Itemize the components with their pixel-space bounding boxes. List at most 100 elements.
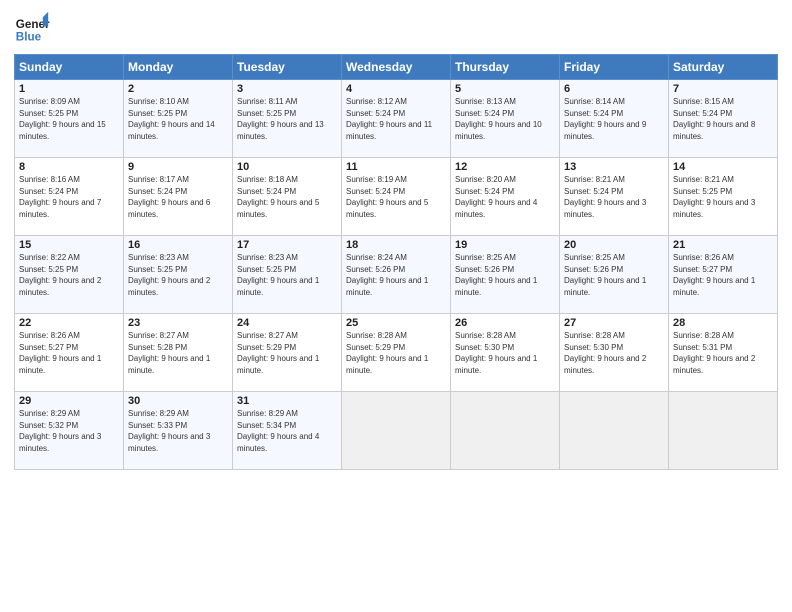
day-info: Sunrise: 8:09 AMSunset: 5:25 PMDaylight:… [19, 97, 106, 141]
day-number: 8 [19, 161, 119, 173]
day-number: 5 [455, 83, 555, 95]
day-info: Sunrise: 8:23 AMSunset: 5:25 PMDaylight:… [237, 253, 319, 297]
calendar-day-cell: 21 Sunrise: 8:26 AMSunset: 5:27 PMDayligh… [669, 236, 778, 314]
day-info: Sunrise: 8:12 AMSunset: 5:24 PMDaylight:… [346, 97, 432, 141]
calendar-day-header-wednesday: Wednesday [342, 55, 451, 80]
day-info: Sunrise: 8:16 AMSunset: 5:24 PMDaylight:… [19, 175, 101, 219]
day-info: Sunrise: 8:27 AMSunset: 5:28 PMDaylight:… [128, 331, 210, 375]
calendar-day-cell: 9Sunrise: 8:17 AMSunset: 5:24 PMDaylight… [124, 158, 233, 236]
day-number: 21 [673, 239, 773, 251]
day-number: 23 [128, 317, 228, 329]
day-number: 26 [455, 317, 555, 329]
calendar-week-row: 29 Sunrise: 8:29 AMSunset: 5:32 PMDayligh… [15, 392, 778, 470]
day-info: Sunrise: 8:29 AMSunset: 5:33 PMDaylight:… [128, 409, 210, 453]
day-number: 15 [19, 239, 119, 251]
day-number: 20 [564, 239, 664, 251]
day-info: Sunrise: 8:20 AMSunset: 5:24 PMDaylight:… [455, 175, 537, 219]
calendar-day-cell: 27Sunrise: 8:28 AMSunset: 5:30 PMDayligh… [560, 314, 669, 392]
calendar-week-row: 22Sunrise: 8:26 AMSunset: 5:27 PMDayligh… [15, 314, 778, 392]
calendar-day-cell: 23 Sunrise: 8:27 AMSunset: 5:28 PMDayligh… [124, 314, 233, 392]
day-info: Sunrise: 8:29 AMSunset: 5:32 PMDaylight:… [19, 409, 101, 453]
day-number: 25 [346, 317, 446, 329]
calendar-day-cell [451, 392, 560, 470]
calendar-day-header-thursday: Thursday [451, 55, 560, 80]
svg-text:Blue: Blue [16, 31, 42, 44]
calendar-day-cell: 2 Sunrise: 8:10 AMSunset: 5:25 PMDaylight… [124, 80, 233, 158]
logo: General Blue [14, 10, 52, 46]
calendar-day-header-friday: Friday [560, 55, 669, 80]
day-info: Sunrise: 8:28 AMSunset: 5:31 PMDaylight:… [673, 331, 755, 375]
calendar-week-row: 8 Sunrise: 8:16 AMSunset: 5:24 PMDaylight… [15, 158, 778, 236]
calendar-header-row: SundayMondayTuesdayWednesdayThursdayFrid… [15, 55, 778, 80]
calendar-day-cell: 24Sunrise: 8:27 AMSunset: 5:29 PMDayligh… [233, 314, 342, 392]
calendar-day-cell: 3 Sunrise: 8:11 AMSunset: 5:25 PMDaylight… [233, 80, 342, 158]
calendar-day-cell: 25 Sunrise: 8:28 AMSunset: 5:29 PMDayligh… [342, 314, 451, 392]
calendar-day-cell: 20Sunrise: 8:25 AMSunset: 5:26 PMDayligh… [560, 236, 669, 314]
calendar-day-header-tuesday: Tuesday [233, 55, 342, 80]
calendar-day-cell: 1 Sunrise: 8:09 AMSunset: 5:25 PMDaylight… [15, 80, 124, 158]
calendar-day-header-saturday: Saturday [669, 55, 778, 80]
day-info: Sunrise: 8:26 AMSunset: 5:27 PMDaylight:… [673, 253, 755, 297]
calendar-day-cell: 5 Sunrise: 8:13 AMSunset: 5:24 PMDaylight… [451, 80, 560, 158]
calendar-day-cell: 30 Sunrise: 8:29 AMSunset: 5:33 PMDayligh… [124, 392, 233, 470]
day-info: Sunrise: 8:19 AMSunset: 5:24 PMDaylight:… [346, 175, 428, 219]
day-info: Sunrise: 8:21 AMSunset: 5:25 PMDaylight:… [673, 175, 755, 219]
day-number: 31 [237, 395, 337, 407]
day-info: Sunrise: 8:24 AMSunset: 5:26 PMDaylight:… [346, 253, 428, 297]
day-number: 2 [128, 83, 228, 95]
calendar-day-cell: 10Sunrise: 8:18 AMSunset: 5:24 PMDayligh… [233, 158, 342, 236]
calendar-day-cell: 13Sunrise: 8:21 AMSunset: 5:24 PMDayligh… [560, 158, 669, 236]
calendar-day-cell [669, 392, 778, 470]
day-info: Sunrise: 8:15 AMSunset: 5:24 PMDaylight:… [673, 97, 755, 141]
day-number: 4 [346, 83, 446, 95]
day-number: 16 [128, 239, 228, 251]
generalblue-logo-icon: General Blue [14, 10, 50, 46]
calendar-week-row: 1 Sunrise: 8:09 AMSunset: 5:25 PMDaylight… [15, 80, 778, 158]
calendar-day-header-sunday: Sunday [15, 55, 124, 80]
day-number: 18 [346, 239, 446, 251]
day-info: Sunrise: 8:14 AMSunset: 5:24 PMDaylight:… [564, 97, 646, 141]
day-info: Sunrise: 8:23 AMSunset: 5:25 PMDaylight:… [128, 253, 210, 297]
calendar-day-cell: 19 Sunrise: 8:25 AMSunset: 5:26 PMDayligh… [451, 236, 560, 314]
day-info: Sunrise: 8:25 AMSunset: 5:26 PMDaylight:… [455, 253, 537, 297]
calendar-day-cell: 17 Sunrise: 8:23 AMSunset: 5:25 PMDayligh… [233, 236, 342, 314]
calendar-day-cell [342, 392, 451, 470]
day-info: Sunrise: 8:21 AMSunset: 5:24 PMDaylight:… [564, 175, 646, 219]
day-number: 24 [237, 317, 337, 329]
day-info: Sunrise: 8:13 AMSunset: 5:24 PMDaylight:… [455, 97, 542, 141]
day-number: 3 [237, 83, 337, 95]
calendar-day-cell: 8 Sunrise: 8:16 AMSunset: 5:24 PMDaylight… [15, 158, 124, 236]
page-header: General Blue [14, 10, 778, 46]
calendar-day-cell: 11Sunrise: 8:19 AMSunset: 5:24 PMDayligh… [342, 158, 451, 236]
day-info: Sunrise: 8:22 AMSunset: 5:25 PMDaylight:… [19, 253, 101, 297]
calendar-day-cell: 18 Sunrise: 8:24 AMSunset: 5:26 PMDayligh… [342, 236, 451, 314]
calendar-day-cell: 16 Sunrise: 8:23 AMSunset: 5:25 PMDayligh… [124, 236, 233, 314]
calendar-day-cell: 15 Sunrise: 8:22 AMSunset: 5:25 PMDayligh… [15, 236, 124, 314]
day-number: 29 [19, 395, 119, 407]
day-number: 7 [673, 83, 773, 95]
calendar-day-header-monday: Monday [124, 55, 233, 80]
day-info: Sunrise: 8:28 AMSunset: 5:29 PMDaylight:… [346, 331, 428, 375]
day-number: 17 [237, 239, 337, 251]
calendar-day-cell: 26 Sunrise: 8:28 AMSunset: 5:30 PMDayligh… [451, 314, 560, 392]
day-number: 30 [128, 395, 228, 407]
day-number: 6 [564, 83, 664, 95]
calendar-day-cell: 7 Sunrise: 8:15 AMSunset: 5:24 PMDaylight… [669, 80, 778, 158]
calendar-day-cell: 6 Sunrise: 8:14 AMSunset: 5:24 PMDaylight… [560, 80, 669, 158]
day-info: Sunrise: 8:18 AMSunset: 5:24 PMDaylight:… [237, 175, 319, 219]
calendar-table: SundayMondayTuesdayWednesdayThursdayFrid… [14, 54, 778, 470]
day-number: 1 [19, 83, 119, 95]
calendar-day-cell: 31 Sunrise: 8:29 AMSunset: 5:34 PMDayligh… [233, 392, 342, 470]
day-info: Sunrise: 8:11 AMSunset: 5:25 PMDaylight:… [237, 97, 324, 141]
calendar-day-cell: 28Sunrise: 8:28 AMSunset: 5:31 PMDayligh… [669, 314, 778, 392]
day-info: Sunrise: 8:29 AMSunset: 5:34 PMDaylight:… [237, 409, 319, 453]
calendar-day-cell: 29 Sunrise: 8:29 AMSunset: 5:32 PMDayligh… [15, 392, 124, 470]
day-number: 19 [455, 239, 555, 251]
day-info: Sunrise: 8:10 AMSunset: 5:25 PMDaylight:… [128, 97, 215, 141]
day-number: 12 [455, 161, 555, 173]
day-number: 22 [19, 317, 119, 329]
day-info: Sunrise: 8:28 AMSunset: 5:30 PMDaylight:… [455, 331, 537, 375]
day-info: Sunrise: 8:17 AMSunset: 5:24 PMDaylight:… [128, 175, 210, 219]
calendar-day-cell: 14Sunrise: 8:21 AMSunset: 5:25 PMDayligh… [669, 158, 778, 236]
day-info: Sunrise: 8:28 AMSunset: 5:30 PMDaylight:… [564, 331, 646, 375]
